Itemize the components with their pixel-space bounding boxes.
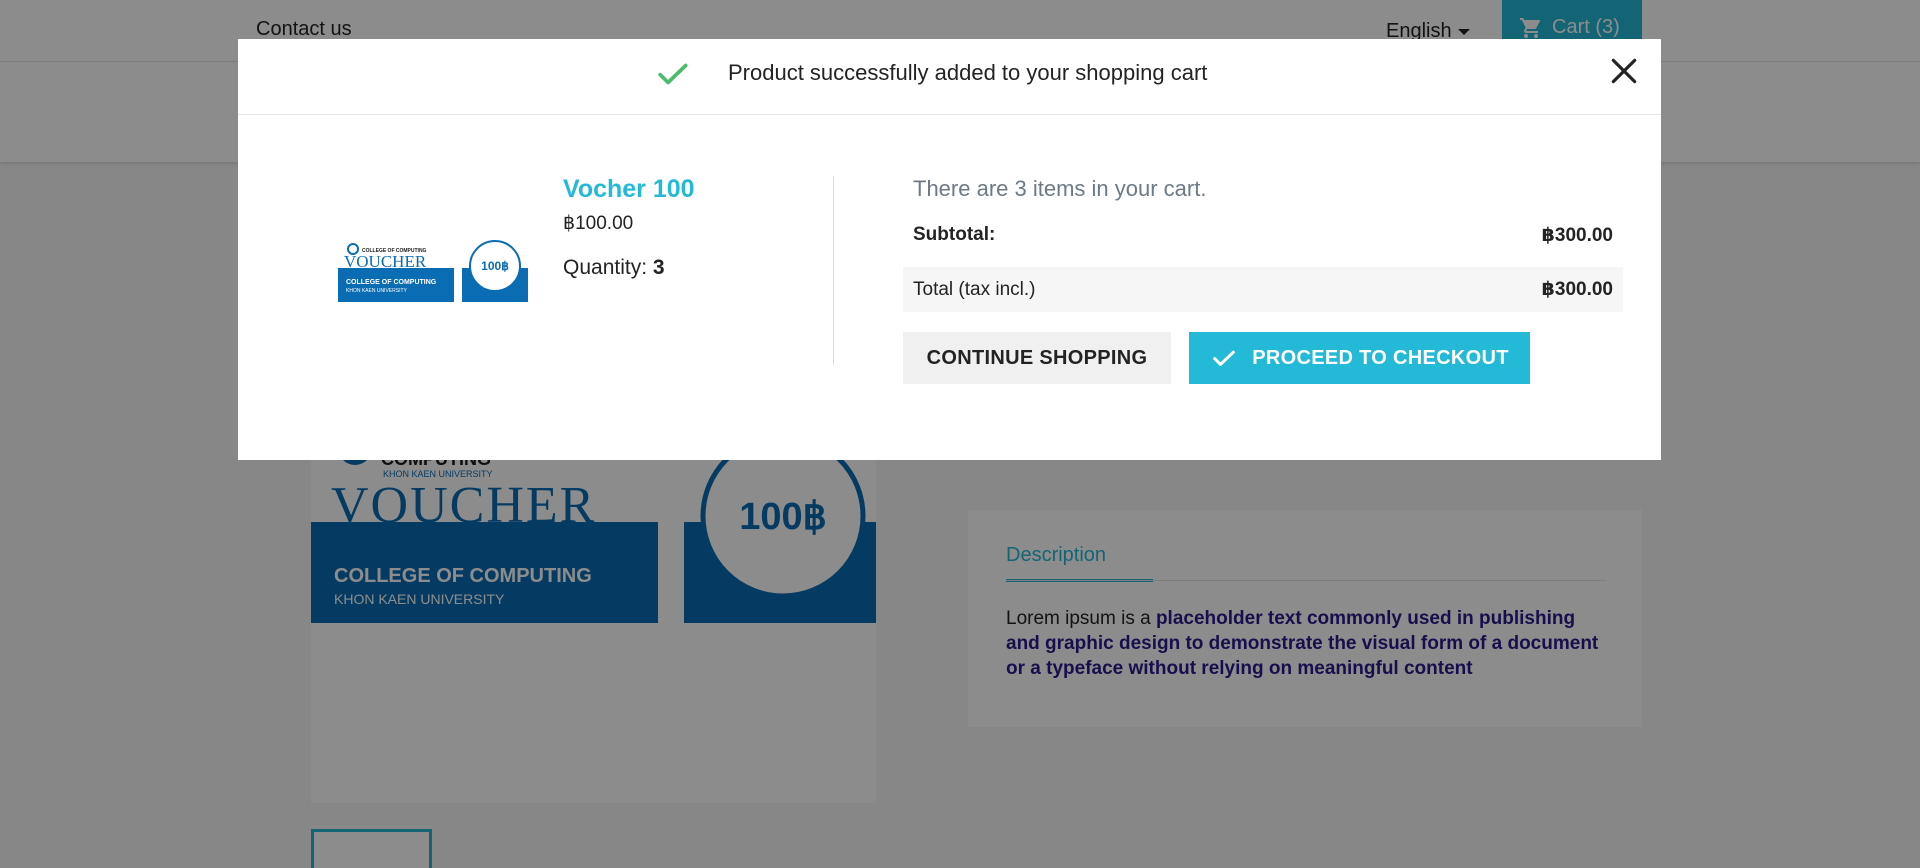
modal-header: Product successfully added to your shopp… [238, 39, 1661, 115]
subtotal-value: ฿300.00 [1541, 224, 1613, 246]
total-row: Total (tax incl.) ฿300.00 [903, 267, 1623, 312]
close-icon[interactable] [1608, 55, 1640, 87]
cart-modal: Product successfully added to your shopp… [238, 39, 1661, 460]
product-image: COLLEGE OF COMPUTING VOUCHER COLLEGE OF … [338, 239, 528, 309]
quantity-label: Quantity: [563, 256, 653, 279]
product-image-univ: KHON KAEN UNIVERSITY [346, 288, 408, 294]
product-image-college: COLLEGE OF COMPUTING [346, 279, 437, 286]
cart-count-text: There are 3 items in your cart. [913, 176, 1207, 201]
product-name: Vocher 100 [563, 175, 695, 203]
continue-shopping-button[interactable]: CONTINUE SHOPPING [903, 332, 1171, 384]
total-label: Total (tax incl.) [913, 278, 1036, 300]
total-value: ฿300.00 [1541, 279, 1613, 300]
checkout-check-icon [1213, 350, 1236, 366]
checkout-label: PROCEED TO CHECKOUT [1252, 346, 1509, 369]
quantity-value: 3 [652, 256, 665, 279]
proceed-to-checkout-button[interactable]: PROCEED TO CHECKOUT [1189, 332, 1530, 384]
modal-title: Product successfully added to your shopp… [728, 60, 1208, 85]
subtotal-label: Subtotal: [913, 224, 996, 245]
column-divider [833, 177, 834, 365]
success-check-icon [658, 63, 688, 85]
product-image-badge: 100฿ [481, 259, 509, 273]
product-quantity: Quantity: 3 [563, 256, 665, 280]
product-price: ฿100.00 [563, 213, 634, 234]
subtotal-row: Subtotal: ฿300.00 [903, 215, 1623, 255]
